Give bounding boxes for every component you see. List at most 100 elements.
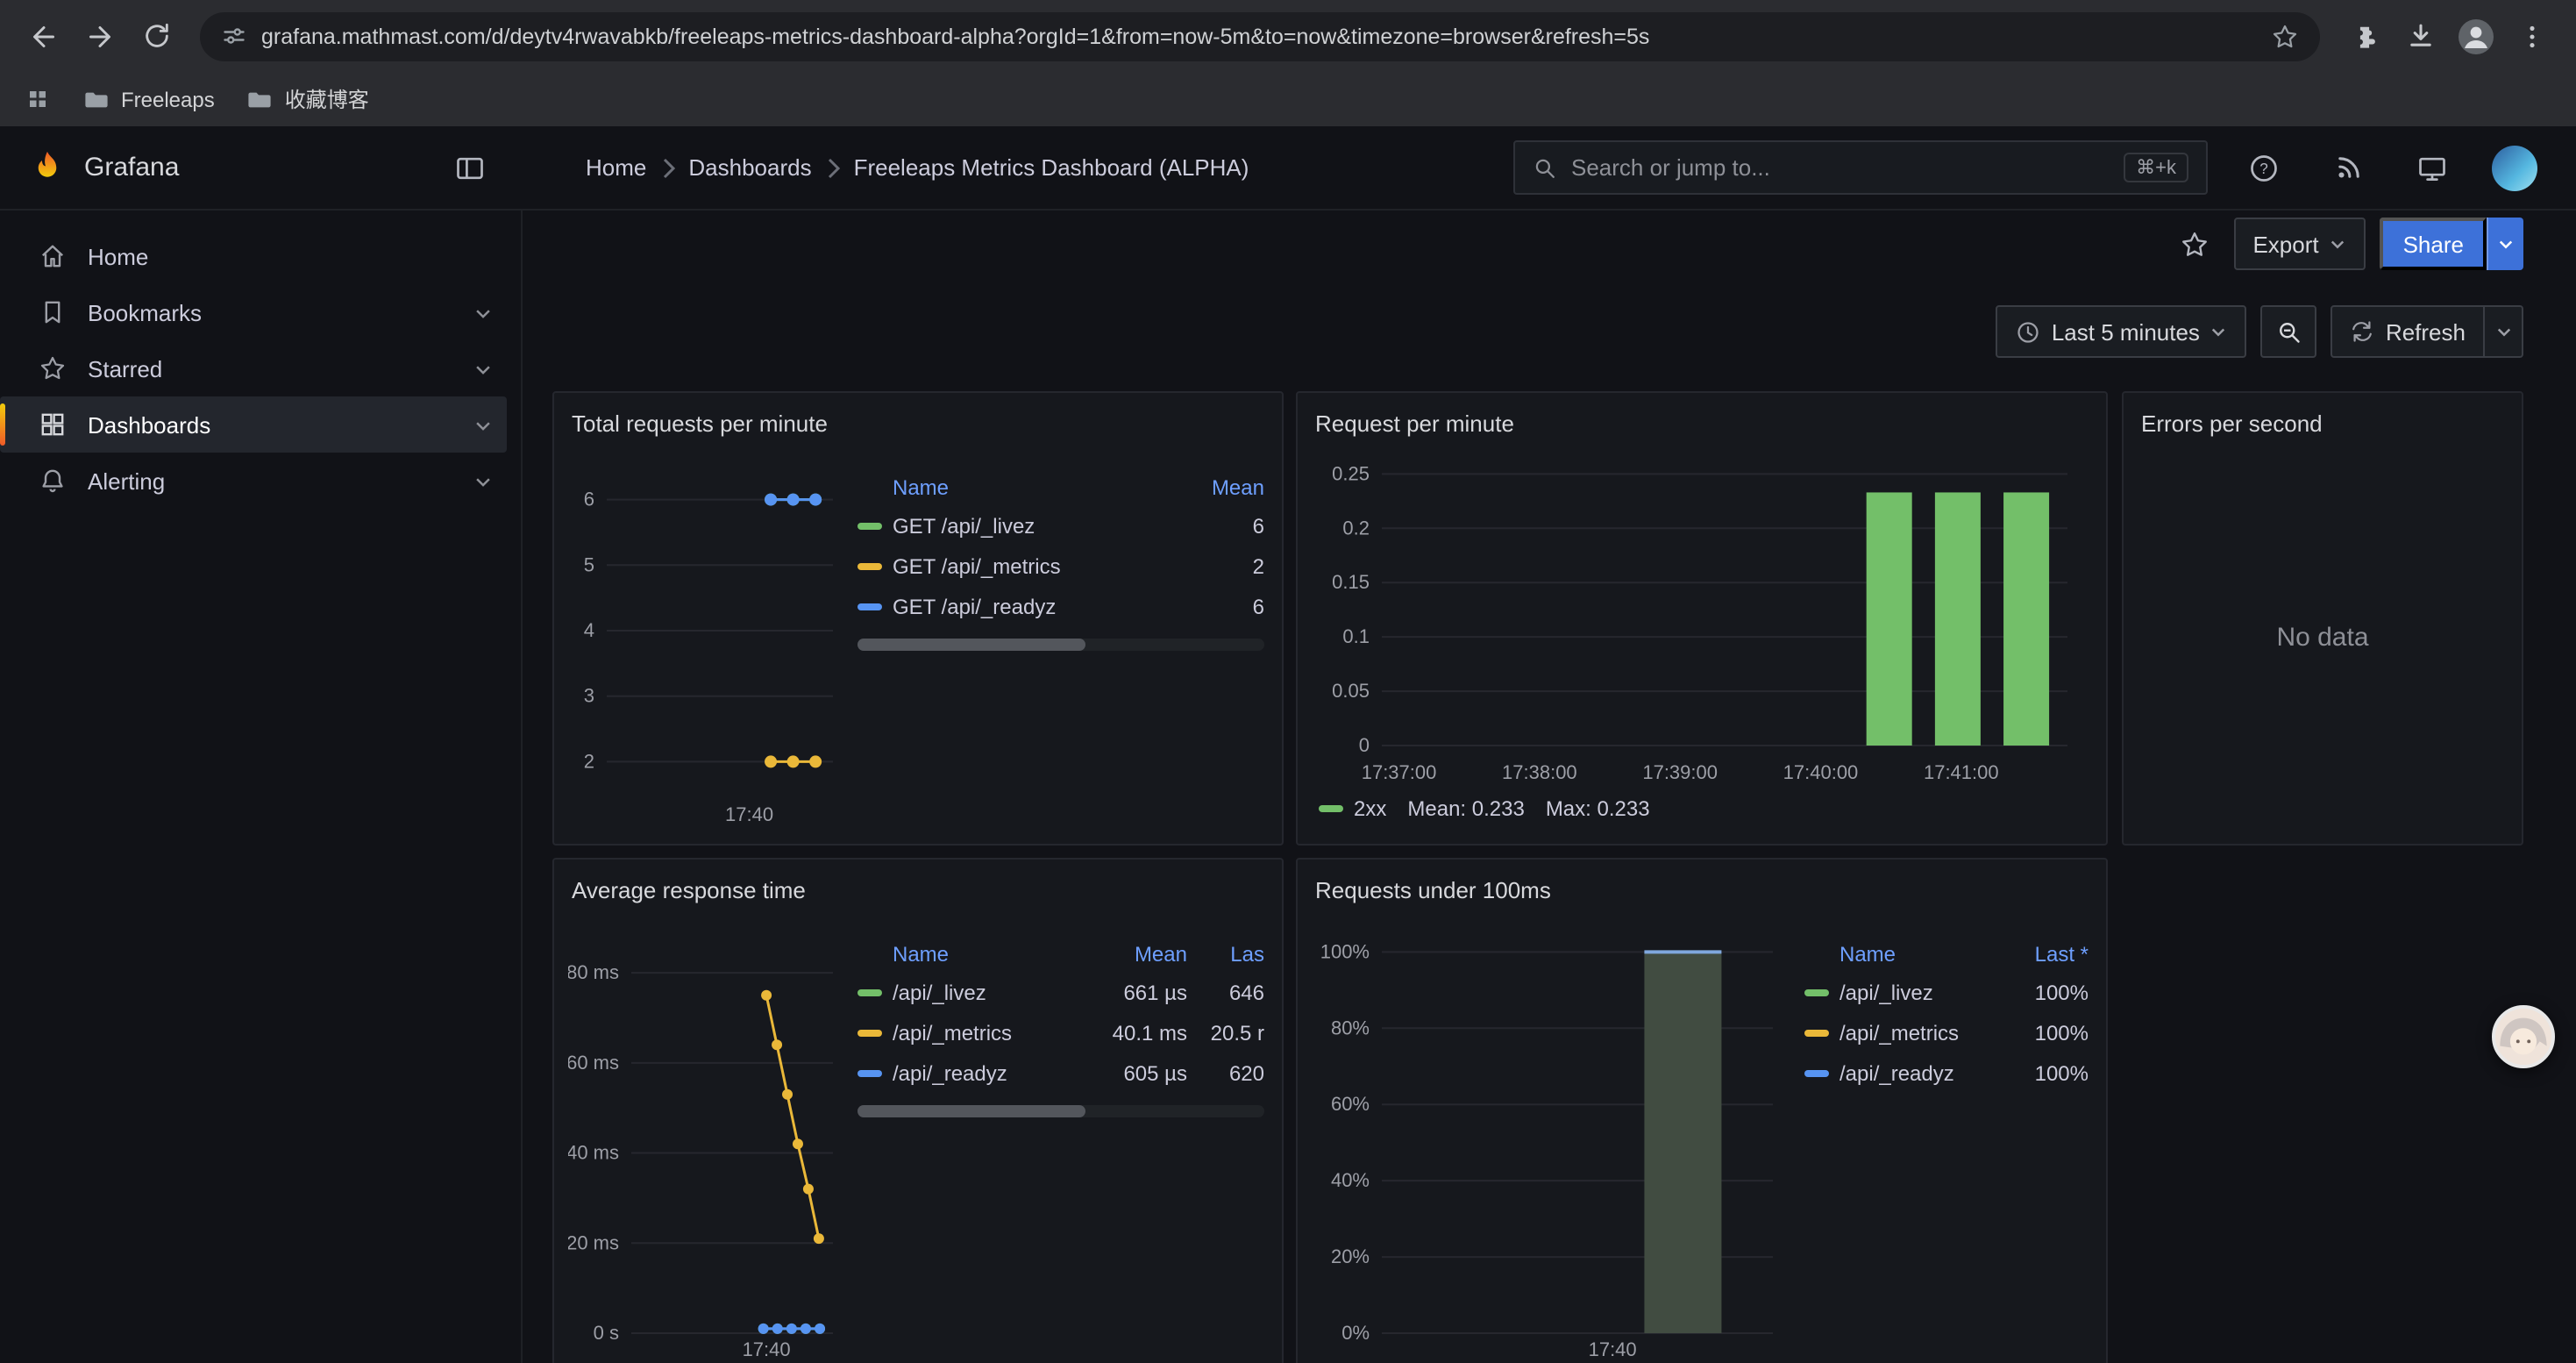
url-text[interactable]: grafana.mathmast.com/d/deytv4rwavabkb/fr… xyxy=(261,24,2257,48)
legend-row[interactable]: /api/_metrics 100% xyxy=(1804,1012,2089,1053)
svg-text:17:41:00: 17:41:00 xyxy=(1924,761,1999,783)
legend-row[interactable]: GET /api/_readyz 6 xyxy=(857,586,1264,626)
url-bar[interactable]: grafana.mathmast.com/d/deytv4rwavabkb/fr… xyxy=(200,11,2320,61)
sidebar-item-bookmarks[interactable]: Bookmarks xyxy=(0,284,507,340)
legend-header-last[interactable]: Last * xyxy=(2004,942,2089,967)
legend-scrollbar[interactable] xyxy=(857,1105,1264,1117)
refresh-interval-caret[interactable] xyxy=(2485,305,2523,358)
legend-row[interactable]: /api/_livez 661 µs 646 xyxy=(857,972,1264,1012)
panel-total-requests-per-minute[interactable]: Total requests per minute 6543217:40 Nam… xyxy=(552,391,1284,846)
grafana-header: Grafana Home Dashboards Freeleaps Metric… xyxy=(0,126,2576,211)
search-box[interactable]: ⌘+k xyxy=(1513,140,2208,195)
svg-text:3: 3 xyxy=(584,685,594,707)
panel-title[interactable]: Total requests per minute xyxy=(568,407,1268,446)
series-swatch xyxy=(1804,1069,1829,1076)
sidebar-item-alerting[interactable]: Alerting xyxy=(0,453,507,509)
share-button[interactable]: Share xyxy=(2380,218,2487,270)
panel-title[interactable]: Request per minute xyxy=(1312,407,2092,446)
legend-row[interactable]: /api/_metrics 40.1 ms 20.5 r xyxy=(857,1012,1264,1053)
export-button[interactable]: Export xyxy=(2233,218,2366,270)
legend-row[interactable]: /api/_readyz 605 µs 620 xyxy=(857,1053,1264,1093)
bookmark-folder-freeleaps[interactable]: Freeleaps xyxy=(82,87,215,111)
panel-title[interactable]: Errors per second xyxy=(2138,407,2508,446)
legend-row[interactable]: GET /api/_livez 6 xyxy=(857,505,1264,546)
assistant-avatar[interactable] xyxy=(2492,1005,2555,1068)
legend-table: Name Mean Las /api/_livez 661 µs 646 xyxy=(847,912,1268,1363)
panel-average-response-time[interactable]: Average response time 80 ms60 ms40 ms20 … xyxy=(552,858,1284,1363)
panel-requests-under-100ms[interactable]: Requests under 100ms 100%80%60%40%20%0%1… xyxy=(1296,858,2108,1363)
search-shortcut-kbd: ⌘+k xyxy=(2124,153,2188,182)
svg-text:2: 2 xyxy=(584,750,594,772)
chevron-down-icon[interactable] xyxy=(473,303,493,322)
apps-grid-icon[interactable] xyxy=(25,86,51,112)
time-range-picker[interactable]: Last 5 minutes xyxy=(1996,305,2247,358)
legend-row[interactable]: GET /api/_metrics 2 xyxy=(857,546,1264,586)
help-icon[interactable]: ? xyxy=(2239,143,2288,192)
favorite-star-icon[interactable] xyxy=(2170,219,2219,268)
zoom-out-button[interactable] xyxy=(2261,305,2317,358)
svg-text:60 ms: 60 ms xyxy=(568,1052,619,1074)
screen: grafana.mathmast.com/d/deytv4rwavabkb/fr… xyxy=(0,0,2576,1363)
refresh-button[interactable]: Refresh xyxy=(2331,305,2485,358)
legend-header-mean[interactable]: Mean xyxy=(1194,475,1264,500)
extensions-icon[interactable] xyxy=(2338,10,2390,62)
legend-header-name[interactable]: Name xyxy=(857,942,1078,967)
legend-scrollbar[interactable] xyxy=(857,639,1264,651)
requests-under-100ms-chart[interactable]: 100%80%60%40%20%0%17:40 xyxy=(1312,912,1794,1363)
total-requests-chart[interactable]: 6543217:40 xyxy=(568,446,847,830)
panel-title[interactable]: Average response time xyxy=(568,874,1268,912)
chevron-down-icon[interactable] xyxy=(473,415,493,434)
breadcrumb-dashboards[interactable]: Dashboards xyxy=(688,154,811,181)
bookmark-folder-blogs[interactable]: 收藏博客 xyxy=(246,84,369,114)
user-avatar[interactable] xyxy=(2492,145,2537,190)
chevron-down-icon[interactable] xyxy=(473,471,493,490)
legend-header-mean[interactable]: Mean xyxy=(1089,942,1187,967)
legend-table: Name Mean GET /api/_livez 6 GET /api/_me… xyxy=(847,446,1268,830)
svg-text:17:39:00: 17:39:00 xyxy=(1642,761,1718,783)
panel-request-per-minute[interactable]: Request per minute 0.250.20.150.10.05017… xyxy=(1296,391,2108,846)
request-per-minute-chart[interactable]: 0.250.20.150.10.05017:37:0017:38:0017:39… xyxy=(1312,446,2092,788)
dock-sidebar-icon[interactable] xyxy=(445,143,495,192)
legend-header-name[interactable]: Name xyxy=(857,475,1184,500)
svg-text:5: 5 xyxy=(584,553,594,575)
header-actions: ? xyxy=(2239,143,2537,192)
display-monitor-icon[interactable] xyxy=(2408,143,2457,192)
site-settings-icon[interactable] xyxy=(221,23,247,49)
sidebar-item-dashboards[interactable]: Dashboards xyxy=(0,396,507,453)
search-input[interactable] xyxy=(1571,154,2110,181)
svg-text:80 ms: 80 ms xyxy=(568,961,619,983)
back-button[interactable] xyxy=(18,10,70,62)
scrollbar-thumb[interactable] xyxy=(857,639,1085,651)
dashboard-actions: Export Share xyxy=(523,211,2576,277)
dashboard-canvas: Last 5 minutes Refresh xyxy=(523,277,2576,1363)
panel-title[interactable]: Requests under 100ms xyxy=(1312,874,2092,912)
panel-errors-per-second[interactable]: Errors per second No data xyxy=(2122,391,2523,846)
svg-text:100%: 100% xyxy=(1320,940,1370,962)
news-rss-icon[interactable] xyxy=(2323,143,2373,192)
bookmark-star-icon[interactable] xyxy=(2271,22,2299,50)
legend-row[interactable]: /api/_readyz 100% xyxy=(1804,1053,2089,1093)
sidebar-item-starred[interactable]: Starred xyxy=(0,340,507,396)
svg-text:6: 6 xyxy=(584,489,594,510)
share-menu-caret[interactable] xyxy=(2487,218,2523,270)
svg-text:80%: 80% xyxy=(1331,1017,1370,1038)
breadcrumb-home[interactable]: Home xyxy=(586,154,646,181)
legend-item[interactable]: 2xx xyxy=(1319,796,1386,821)
legend-row[interactable]: /api/_livez 100% xyxy=(1804,972,2089,1012)
average-response-time-chart[interactable]: 80 ms60 ms40 ms20 ms0 s17:40 xyxy=(568,912,847,1363)
grafana-logo-icon[interactable] xyxy=(28,148,67,187)
legend-header-name[interactable]: Name xyxy=(1804,942,1994,967)
bell-icon xyxy=(39,467,67,495)
reload-button[interactable] xyxy=(130,10,182,62)
forward-button[interactable] xyxy=(74,10,126,62)
profile-avatar[interactable] xyxy=(2450,10,2502,62)
svg-text:0: 0 xyxy=(1359,734,1370,756)
legend-header-last[interactable]: Las xyxy=(1198,942,1264,967)
svg-text:0 s: 0 s xyxy=(594,1322,619,1344)
browser-menu-icon[interactable] xyxy=(2506,10,2558,62)
downloads-icon[interactable] xyxy=(2394,10,2446,62)
sidebar-item-home[interactable]: Home xyxy=(0,228,507,284)
scrollbar-thumb[interactable] xyxy=(857,1105,1085,1117)
search-icon xyxy=(1533,155,1557,180)
chevron-down-icon[interactable] xyxy=(473,359,493,378)
